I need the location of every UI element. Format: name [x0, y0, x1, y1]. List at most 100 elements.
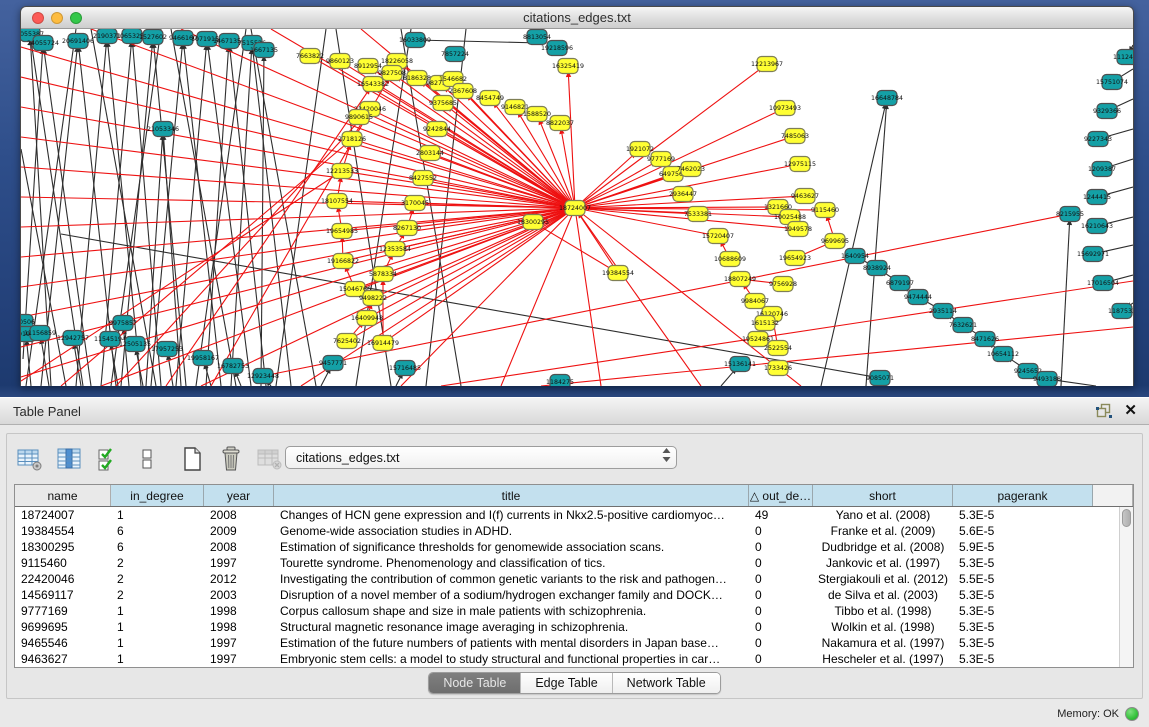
table-cell[interactable]: Embryonic stem cells: a model to study s… — [274, 651, 749, 667]
table-cell[interactable]: 5.3E-5 — [953, 587, 1093, 603]
scrollbar-thumb[interactable] — [1122, 509, 1131, 527]
table-row[interactable]: 1872400712008Changes of HCN gene express… — [15, 507, 1119, 523]
column-header-name[interactable]: name — [15, 485, 111, 506]
table-cell[interactable]: 2008 — [204, 539, 274, 555]
table-cell[interactable]: Tibbo et al. (1998) — [813, 603, 953, 619]
table-cell[interactable]: 2012 — [204, 571, 274, 587]
table-cell[interactable]: Yano et al. (2008) — [813, 507, 953, 523]
float-panel-icon[interactable] — [1096, 403, 1112, 418]
new-document-icon[interactable] — [178, 445, 206, 473]
select-all-rows-icon[interactable] — [94, 445, 122, 473]
table-cell[interactable]: Tourette syndrome. Phenomenology and cla… — [274, 555, 749, 571]
table-cell[interactable]: 5.3E-5 — [953, 651, 1093, 667]
table-row[interactable]: 946554611997Estimation of the future num… — [15, 635, 1119, 651]
table-cell[interactable]: de Silva et al. (2003) — [813, 587, 953, 603]
table-cell[interactable]: 6 — [111, 523, 204, 539]
table-cell[interactable]: Genome-wide association studies in ADHD. — [274, 523, 749, 539]
table-cell[interactable]: 1998 — [204, 603, 274, 619]
table-cell[interactable]: Structural magnetic resonance image aver… — [274, 619, 749, 635]
table-cell[interactable]: Estimation of the future numbers of pati… — [274, 635, 749, 651]
table-cell[interactable]: 5.3E-5 — [953, 635, 1093, 651]
column-header-short[interactable]: short — [813, 485, 953, 506]
tab-edge-table[interactable]: Edge Table — [521, 673, 612, 693]
column-header-in_degree[interactable]: in_degree — [111, 485, 204, 506]
table-cell[interactable]: 0 — [749, 603, 813, 619]
table-selector-dropdown[interactable]: citations_edges.txt — [285, 446, 677, 469]
tab-node-table[interactable]: Node Table — [429, 673, 521, 693]
network-canvas[interactable]: 1872400718300295193845542055387240557242… — [21, 29, 1133, 386]
table-settings-icon[interactable] — [16, 445, 44, 473]
table-cell[interactable]: 0 — [749, 523, 813, 539]
table-cell[interactable]: Jankovic et al. (1997) — [813, 555, 953, 571]
table-row[interactable]: 969969511998Structural magnetic resonanc… — [15, 619, 1119, 635]
table-cell[interactable]: 1997 — [204, 635, 274, 651]
table-row[interactable]: 1830029562008Estimation of significance … — [15, 539, 1119, 555]
table-cell[interactable]: 0 — [749, 587, 813, 603]
table-cell[interactable]: 2 — [111, 571, 204, 587]
table-cell[interactable]: 1 — [111, 619, 204, 635]
table-cell[interactable]: Changes of HCN gene expression and I(f) … — [274, 507, 749, 523]
table-cell[interactable]: 0 — [749, 555, 813, 571]
table-vertical-scrollbar[interactable] — [1119, 507, 1133, 667]
table-cell[interactable]: 1 — [111, 635, 204, 651]
table-cell[interactable]: Disruption of a novel member of a sodium… — [274, 587, 749, 603]
delete-entries-trash-icon[interactable] — [217, 445, 245, 473]
table-row[interactable]: 977716911998Corpus callosum shape and si… — [15, 603, 1119, 619]
column-header-pagerank[interactable]: pagerank — [953, 485, 1093, 506]
table-cell[interactable]: 5.3E-5 — [953, 507, 1093, 523]
table-cell[interactable]: 1998 — [204, 619, 274, 635]
tab-network-table[interactable]: Network Table — [613, 673, 720, 693]
table-cell[interactable]: Hescheler et al. (1997) — [813, 651, 953, 667]
table-cell[interactable]: 6 — [111, 539, 204, 555]
table-cell[interactable]: 5.3E-5 — [953, 619, 1093, 635]
table-cell[interactable]: 9115460 — [15, 555, 111, 571]
table-cell[interactable]: 0 — [749, 651, 813, 667]
table-cell[interactable]: 2 — [111, 555, 204, 571]
column-header-year[interactable]: year — [204, 485, 274, 506]
table-cell[interactable]: Estimation of significance thresholds fo… — [274, 539, 749, 555]
table-cell[interactable]: 2009 — [204, 523, 274, 539]
table-cell[interactable]: Corpus callosum shape and size in male p… — [274, 603, 749, 619]
show-columns-icon[interactable] — [55, 445, 83, 473]
table-cell[interactable]: 9777169 — [15, 603, 111, 619]
memory-status-indicator[interactable] — [1125, 707, 1139, 721]
column-header-title[interactable]: title — [274, 485, 749, 506]
table-row[interactable]: 2242004622012Investigating the contribut… — [15, 571, 1119, 587]
table-cell[interactable]: 0 — [749, 571, 813, 587]
table-cell[interactable]: 9465546 — [15, 635, 111, 651]
table-cell[interactable]: Nakamura et al. (1997) — [813, 635, 953, 651]
table-cell[interactable]: 19384554 — [15, 523, 111, 539]
close-panel-icon[interactable]: ✕ — [1124, 403, 1137, 418]
table-cell[interactable]: Investigating the contribution of common… — [274, 571, 749, 587]
table-cell[interactable]: 0 — [749, 635, 813, 651]
table-cell[interactable]: 14569117 — [15, 587, 111, 603]
table-cell[interactable]: 1 — [111, 651, 204, 667]
table-cell[interactable]: 9463627 — [15, 651, 111, 667]
table-cell[interactable]: 1997 — [204, 555, 274, 571]
table-cell[interactable]: 0 — [749, 539, 813, 555]
table-cell[interactable]: 49 — [749, 507, 813, 523]
table-cell[interactable]: 1 — [111, 507, 204, 523]
table-cell[interactable]: 5.3E-5 — [953, 603, 1093, 619]
table-cell[interactable]: 5.9E-5 — [953, 539, 1093, 555]
table-cell[interactable]: 0 — [749, 619, 813, 635]
table-cell[interactable]: 5.3E-5 — [953, 555, 1093, 571]
table-cell[interactable]: Franke et al. (2009) — [813, 523, 953, 539]
table-cell[interactable]: 22420046 — [15, 571, 111, 587]
table-row[interactable]: 1456911722003Disruption of a novel membe… — [15, 587, 1119, 603]
table-row[interactable]: 946362711997Embryonic stem cells: a mode… — [15, 651, 1119, 667]
table-cell[interactable]: Dudbridge et al. (2008) — [813, 539, 953, 555]
table-cell[interactable]: 5.6E-5 — [953, 523, 1093, 539]
unselect-all-rows-icon[interactable] — [133, 445, 161, 473]
window-titlebar[interactable]: citations_edges.txt — [21, 7, 1133, 29]
table-cell[interactable]: 2 — [111, 587, 204, 603]
column-header-out_de[interactable]: △ out_de… — [749, 485, 813, 506]
table-cell[interactable]: 9699695 — [15, 619, 111, 635]
table-cell[interactable]: 1 — [111, 603, 204, 619]
table-cell[interactable]: Stergiakouli et al. (2012) — [813, 571, 953, 587]
table-cell[interactable]: 18724007 — [15, 507, 111, 523]
table-cell[interactable]: 1997 — [204, 651, 274, 667]
table-row[interactable]: 911546021997Tourette syndrome. Phenomeno… — [15, 555, 1119, 571]
table-row[interactable]: 1938455462009Genome-wide association stu… — [15, 523, 1119, 539]
table-cell[interactable]: 2008 — [204, 507, 274, 523]
